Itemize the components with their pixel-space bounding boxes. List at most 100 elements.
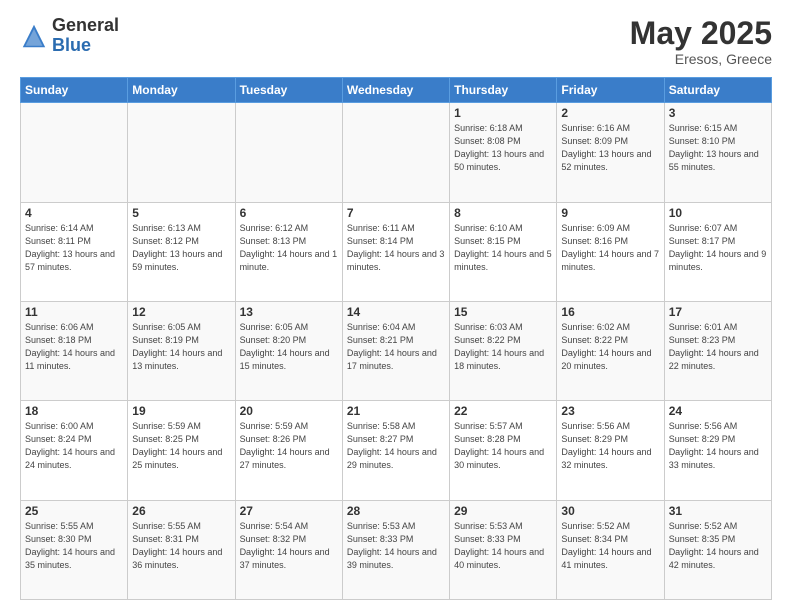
calendar-cell: 7 Sunrise: 6:11 AM Sunset: 8:14 PM Daylig… [342, 202, 449, 301]
cell-daylight-info: Sunrise: 6:18 AM Sunset: 8:08 PM Dayligh… [454, 122, 552, 174]
cell-day-number: 14 [347, 305, 445, 319]
cell-daylight-info: Sunrise: 6:14 AM Sunset: 8:11 PM Dayligh… [25, 222, 123, 274]
cell-daylight-info: Sunrise: 5:53 AM Sunset: 8:33 PM Dayligh… [454, 520, 552, 572]
calendar-cell: 3 Sunrise: 6:15 AM Sunset: 8:10 PM Daylig… [664, 103, 771, 202]
weekday-header-friday: Friday [557, 78, 664, 103]
week-row-5: 25 Sunrise: 5:55 AM Sunset: 8:30 PM Dayli… [21, 500, 772, 599]
cell-daylight-info: Sunrise: 5:52 AM Sunset: 8:34 PM Dayligh… [561, 520, 659, 572]
calendar-cell: 25 Sunrise: 5:55 AM Sunset: 8:30 PM Dayli… [21, 500, 128, 599]
cell-daylight-info: Sunrise: 6:04 AM Sunset: 8:21 PM Dayligh… [347, 321, 445, 373]
calendar-cell: 31 Sunrise: 5:52 AM Sunset: 8:35 PM Dayli… [664, 500, 771, 599]
cell-daylight-info: Sunrise: 5:54 AM Sunset: 8:32 PM Dayligh… [240, 520, 338, 572]
month-title: May 2025 [630, 16, 772, 51]
cell-day-number: 24 [669, 404, 767, 418]
weekday-header-thursday: Thursday [450, 78, 557, 103]
calendar-cell: 12 Sunrise: 6:05 AM Sunset: 8:19 PM Dayli… [128, 301, 235, 400]
calendar-cell: 14 Sunrise: 6:04 AM Sunset: 8:21 PM Dayli… [342, 301, 449, 400]
cell-day-number: 12 [132, 305, 230, 319]
calendar-cell [21, 103, 128, 202]
header: General Blue May 2025 Eresos, Greece [20, 16, 772, 67]
weekday-header-tuesday: Tuesday [235, 78, 342, 103]
calendar-cell: 19 Sunrise: 5:59 AM Sunset: 8:25 PM Dayli… [128, 401, 235, 500]
cell-daylight-info: Sunrise: 6:16 AM Sunset: 8:09 PM Dayligh… [561, 122, 659, 174]
cell-day-number: 18 [25, 404, 123, 418]
calendar-cell: 1Sunrise: 6:18 AM Sunset: 8:08 PM Daylig… [450, 103, 557, 202]
calendar-cell: 18 Sunrise: 6:00 AM Sunset: 8:24 PM Dayli… [21, 401, 128, 500]
logo-text: General Blue [52, 16, 119, 56]
cell-daylight-info: Sunrise: 6:05 AM Sunset: 8:19 PM Dayligh… [132, 321, 230, 373]
cell-daylight-info: Sunrise: 5:52 AM Sunset: 8:35 PM Dayligh… [669, 520, 767, 572]
cell-daylight-info: Sunrise: 5:55 AM Sunset: 8:31 PM Dayligh… [132, 520, 230, 572]
calendar-cell: 11 Sunrise: 6:06 AM Sunset: 8:18 PM Dayli… [21, 301, 128, 400]
calendar-cell: 6Sunrise: 6:12 AM Sunset: 8:13 PM Daylig… [235, 202, 342, 301]
cell-daylight-info: Sunrise: 6:02 AM Sunset: 8:22 PM Dayligh… [561, 321, 659, 373]
logo-general: General [52, 16, 119, 36]
cell-daylight-info: Sunrise: 5:55 AM Sunset: 8:30 PM Dayligh… [25, 520, 123, 572]
calendar-table: SundayMondayTuesdayWednesdayThursdayFrid… [20, 77, 772, 600]
cell-day-number: 16 [561, 305, 659, 319]
cell-daylight-info: Sunrise: 5:56 AM Sunset: 8:29 PM Dayligh… [669, 420, 767, 472]
week-row-2: 4 Sunrise: 6:14 AM Sunset: 8:11 PM Daylig… [21, 202, 772, 301]
cell-day-number: 5 [132, 206, 230, 220]
cell-daylight-info: Sunrise: 6:15 AM Sunset: 8:10 PM Dayligh… [669, 122, 767, 174]
calendar-cell: 15 Sunrise: 6:03 AM Sunset: 8:22 PM Dayli… [450, 301, 557, 400]
cell-day-number: 29 [454, 504, 552, 518]
cell-daylight-info: Sunrise: 6:09 AM Sunset: 8:16 PM Dayligh… [561, 222, 659, 274]
cell-daylight-info: Sunrise: 6:13 AM Sunset: 8:12 PM Dayligh… [132, 222, 230, 274]
cell-day-number: 4 [25, 206, 123, 220]
cell-day-number: 26 [132, 504, 230, 518]
cell-day-number: 23 [561, 404, 659, 418]
cell-day-number: 7 [347, 206, 445, 220]
cell-day-number: 8 [454, 206, 552, 220]
cell-daylight-info: Sunrise: 6:11 AM Sunset: 8:14 PM Dayligh… [347, 222, 445, 274]
week-row-1: 1Sunrise: 6:18 AM Sunset: 8:08 PM Daylig… [21, 103, 772, 202]
cell-daylight-info: Sunrise: 5:58 AM Sunset: 8:27 PM Dayligh… [347, 420, 445, 472]
weekday-header-saturday: Saturday [664, 78, 771, 103]
logo-blue: Blue [52, 36, 119, 56]
calendar-cell: 2Sunrise: 6:16 AM Sunset: 8:09 PM Daylig… [557, 103, 664, 202]
weekday-header-wednesday: Wednesday [342, 78, 449, 103]
calendar-cell [342, 103, 449, 202]
cell-day-number: 21 [347, 404, 445, 418]
cell-day-number: 27 [240, 504, 338, 518]
calendar-cell: 22 Sunrise: 5:57 AM Sunset: 8:28 PM Dayli… [450, 401, 557, 500]
logo: General Blue [20, 16, 119, 56]
calendar-cell: 29 Sunrise: 5:53 AM Sunset: 8:33 PM Dayli… [450, 500, 557, 599]
cell-day-number: 19 [132, 404, 230, 418]
cell-day-number: 25 [25, 504, 123, 518]
calendar-cell: 20Sunrise: 5:59 AM Sunset: 8:26 PM Dayli… [235, 401, 342, 500]
cell-day-number: 15 [454, 305, 552, 319]
cell-day-number: 10 [669, 206, 767, 220]
calendar-cell: 27 Sunrise: 5:54 AM Sunset: 8:32 PM Dayli… [235, 500, 342, 599]
calendar-cell: 28 Sunrise: 5:53 AM Sunset: 8:33 PM Dayli… [342, 500, 449, 599]
calendar-cell: 13Sunrise: 6:05 AM Sunset: 8:20 PM Dayli… [235, 301, 342, 400]
cell-daylight-info: Sunrise: 5:57 AM Sunset: 8:28 PM Dayligh… [454, 420, 552, 472]
calendar-cell: 5 Sunrise: 6:13 AM Sunset: 8:12 PM Daylig… [128, 202, 235, 301]
cell-day-number: 11 [25, 305, 123, 319]
cell-daylight-info: Sunrise: 5:53 AM Sunset: 8:33 PM Dayligh… [347, 520, 445, 572]
weekday-header-row: SundayMondayTuesdayWednesdayThursdayFrid… [21, 78, 772, 103]
calendar-cell [128, 103, 235, 202]
calendar-cell: 17Sunrise: 6:01 AM Sunset: 8:23 PM Dayli… [664, 301, 771, 400]
cell-daylight-info: Sunrise: 6:12 AM Sunset: 8:13 PM Dayligh… [240, 222, 338, 274]
calendar-cell: 23Sunrise: 5:56 AM Sunset: 8:29 PM Dayli… [557, 401, 664, 500]
cell-day-number: 28 [347, 504, 445, 518]
calendar-cell: 26 Sunrise: 5:55 AM Sunset: 8:31 PM Dayli… [128, 500, 235, 599]
cell-day-number: 22 [454, 404, 552, 418]
page: General Blue May 2025 Eresos, Greece Sun… [0, 0, 792, 612]
cell-daylight-info: Sunrise: 5:59 AM Sunset: 8:25 PM Dayligh… [132, 420, 230, 472]
cell-day-number: 31 [669, 504, 767, 518]
cell-daylight-info: Sunrise: 6:06 AM Sunset: 8:18 PM Dayligh… [25, 321, 123, 373]
weekday-header-monday: Monday [128, 78, 235, 103]
cell-day-number: 20 [240, 404, 338, 418]
cell-day-number: 13 [240, 305, 338, 319]
calendar-cell: 16 Sunrise: 6:02 AM Sunset: 8:22 PM Dayli… [557, 301, 664, 400]
calendar-cell: 10 Sunrise: 6:07 AM Sunset: 8:17 PM Dayli… [664, 202, 771, 301]
cell-daylight-info: Sunrise: 6:03 AM Sunset: 8:22 PM Dayligh… [454, 321, 552, 373]
cell-daylight-info: Sunrise: 6:07 AM Sunset: 8:17 PM Dayligh… [669, 222, 767, 274]
cell-daylight-info: Sunrise: 6:00 AM Sunset: 8:24 PM Dayligh… [25, 420, 123, 472]
title-block: May 2025 Eresos, Greece [630, 16, 772, 67]
cell-day-number: 3 [669, 106, 767, 120]
calendar-cell: 4 Sunrise: 6:14 AM Sunset: 8:11 PM Daylig… [21, 202, 128, 301]
location-subtitle: Eresos, Greece [630, 51, 772, 67]
